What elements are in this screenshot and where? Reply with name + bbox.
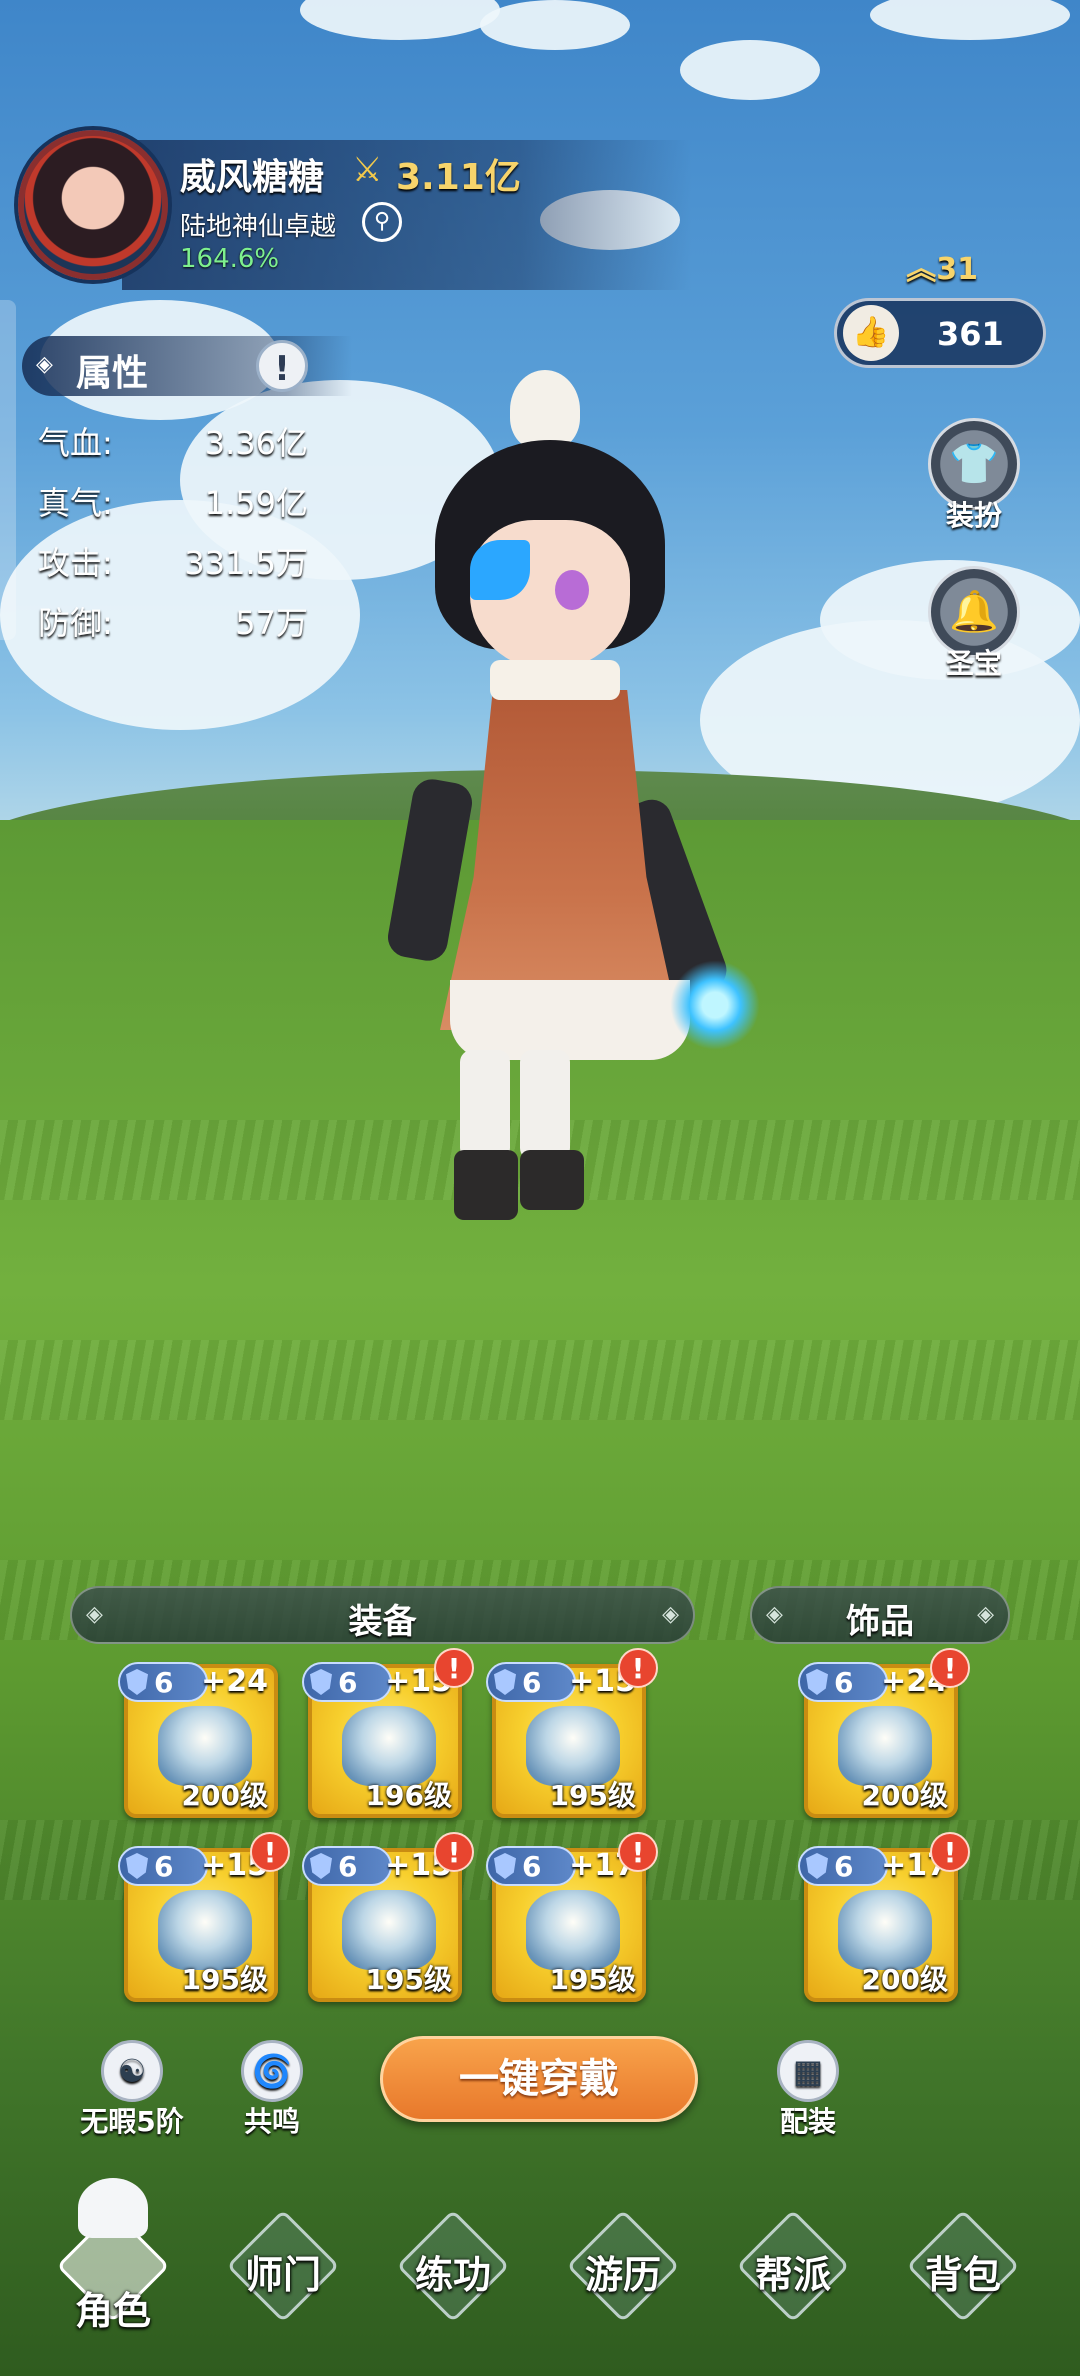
accessories-slot[interactable]: 6 +17 200级! [798, 1832, 970, 2002]
resonance-button[interactable]: 🌀 共鸣 [222, 2040, 322, 2140]
cultivation-realm: 陆地神仙卓越 [180, 212, 337, 242]
nav-tab-guild[interactable]: 帮派 [718, 2209, 868, 2346]
tier-badge: 6 [798, 1662, 888, 1702]
butterfly-ornament [470, 540, 530, 600]
bottom-nav: 角色 师门 练功 游历 帮派 背包 [0, 2176, 1080, 2376]
accessories-header: ◈ 饰品 ◈ [750, 1586, 1010, 1644]
shield-icon [310, 1853, 332, 1879]
tier-badge: 6 [302, 1662, 392, 1702]
equipment-slot[interactable]: 6 +15 196级! [302, 1648, 474, 1818]
enhance-level: +24 [201, 1664, 268, 1699]
tier-badge: 6 [798, 1846, 888, 1886]
alert-icon: ! [250, 1832, 290, 1872]
equipment-slot[interactable]: 6 +15 195级! [486, 1648, 658, 1818]
attributes-title: 属性 [76, 353, 149, 394]
nav-tab-travel[interactable]: 游历 [548, 2209, 698, 2346]
nav-tab-character[interactable]: 角色 [38, 2178, 188, 2346]
double-chevron-up-icon: ︽ [906, 252, 937, 287]
tier-badge: 6 [302, 1846, 392, 1886]
alert-icon: ! [618, 1832, 658, 1872]
shield-icon [126, 1853, 148, 1879]
player-character[interactable] [340, 360, 760, 1340]
equipment-slot[interactable]: 6 +17 195级! [486, 1832, 658, 2002]
equipment-header: ◈ 装备 ◈ [70, 1586, 695, 1644]
dragon-emblem-icon: ☯ [101, 2040, 163, 2102]
tier-badge: 6 [486, 1662, 576, 1702]
attributes-header: ◈ 属性 ! [22, 336, 352, 396]
shield-icon [806, 1853, 828, 1879]
item-level: 195级 [549, 1963, 636, 1996]
diamond-icon: ◈ [36, 352, 53, 377]
shield-icon [494, 1669, 516, 1695]
equipment-slot[interactable]: 6 +24 200级 [118, 1662, 278, 1818]
grid-icon: ▦ [777, 2040, 839, 2102]
outfit-button[interactable]: 👕 装扮 [928, 418, 1020, 534]
shield-icon [310, 1669, 332, 1695]
accessories-slot[interactable]: 6 +24 200级! [798, 1648, 970, 1818]
attribute-row-hp: 气血: 3.36亿 [38, 424, 308, 462]
rank-badge: ︽31 [906, 252, 978, 287]
alert-icon: ! [930, 1648, 970, 1688]
player-profile: 威风糖糖 ⚔ 3.11亿 陆地神仙卓越 ⚲ 164.6% [12, 130, 692, 290]
shield-icon [806, 1669, 828, 1695]
avatar[interactable] [18, 130, 168, 280]
item-level: 195级 [549, 1779, 636, 1812]
alert-icon: ! [930, 1832, 970, 1872]
flawless-button[interactable]: ☯ 无暇5阶 [72, 2040, 192, 2140]
realm-progress: 164.6% [180, 244, 280, 274]
thumbs-up-icon: 👍 [843, 305, 899, 361]
combat-power: 3.11亿 [396, 157, 521, 198]
shield-icon [126, 1669, 148, 1695]
swirl-icon: 🌀 [241, 2040, 303, 2102]
shield-icon [494, 1853, 516, 1879]
nav-tab-sect[interactable]: 师门 [208, 2209, 358, 2346]
straw-hat-icon [78, 2178, 148, 2238]
tier-badge: 6 [118, 1662, 208, 1702]
like-button[interactable]: 👍 361 [834, 298, 1046, 368]
info-icon[interactable]: ! [256, 340, 308, 392]
nav-tab-backpack[interactable]: 背包 [888, 2209, 1038, 2346]
attributes-panel: ◈ 属性 ! 气血: 3.36亿 真气: 1.59亿 攻击: 331.5万 防御… [0, 300, 352, 650]
side-drawer-handle[interactable] [0, 300, 16, 640]
attribute-row-attack: 攻击: 331.5万 [38, 544, 308, 582]
player-name: 威风糖糖 [180, 157, 325, 198]
diamond-icon: ◈ [662, 1602, 679, 1627]
item-level: 196级 [365, 1779, 452, 1812]
equipment-slot[interactable]: 6 +15 195级! [118, 1832, 290, 2002]
diamond-icon: ◈ [977, 1602, 994, 1627]
alert-icon: ! [618, 1648, 658, 1688]
item-level: 200级 [181, 1779, 268, 1812]
crossed-swords-icon: ⚔ [352, 150, 383, 190]
item-level: 200级 [861, 1779, 948, 1812]
tier-badge: 6 [118, 1846, 208, 1886]
treasure-button[interactable]: 🔔 圣宝 [928, 566, 1020, 682]
attribute-row-defense: 防御: 57万 [38, 604, 308, 642]
loadout-button[interactable]: ▦ 配装 [758, 2040, 858, 2140]
tier-badge: 6 [486, 1846, 576, 1886]
equip-all-button[interactable]: 一键穿戴 [380, 2036, 698, 2122]
bird-pet [510, 370, 580, 450]
item-level: 195级 [365, 1963, 452, 1996]
item-level: 200级 [861, 1963, 948, 1996]
item-level: 195级 [181, 1963, 268, 1996]
search-icon[interactable]: ⚲ [362, 202, 402, 242]
nav-tab-training[interactable]: 练功 [378, 2209, 528, 2346]
hand-glow-effect [670, 960, 760, 1050]
alert-icon: ! [434, 1648, 474, 1688]
like-count: 361 [937, 315, 1004, 353]
attribute-row-qi: 真气: 1.59亿 [38, 484, 308, 522]
equipment-slot[interactable]: 6 +15 195级! [302, 1832, 474, 2002]
alert-icon: ! [434, 1832, 474, 1872]
